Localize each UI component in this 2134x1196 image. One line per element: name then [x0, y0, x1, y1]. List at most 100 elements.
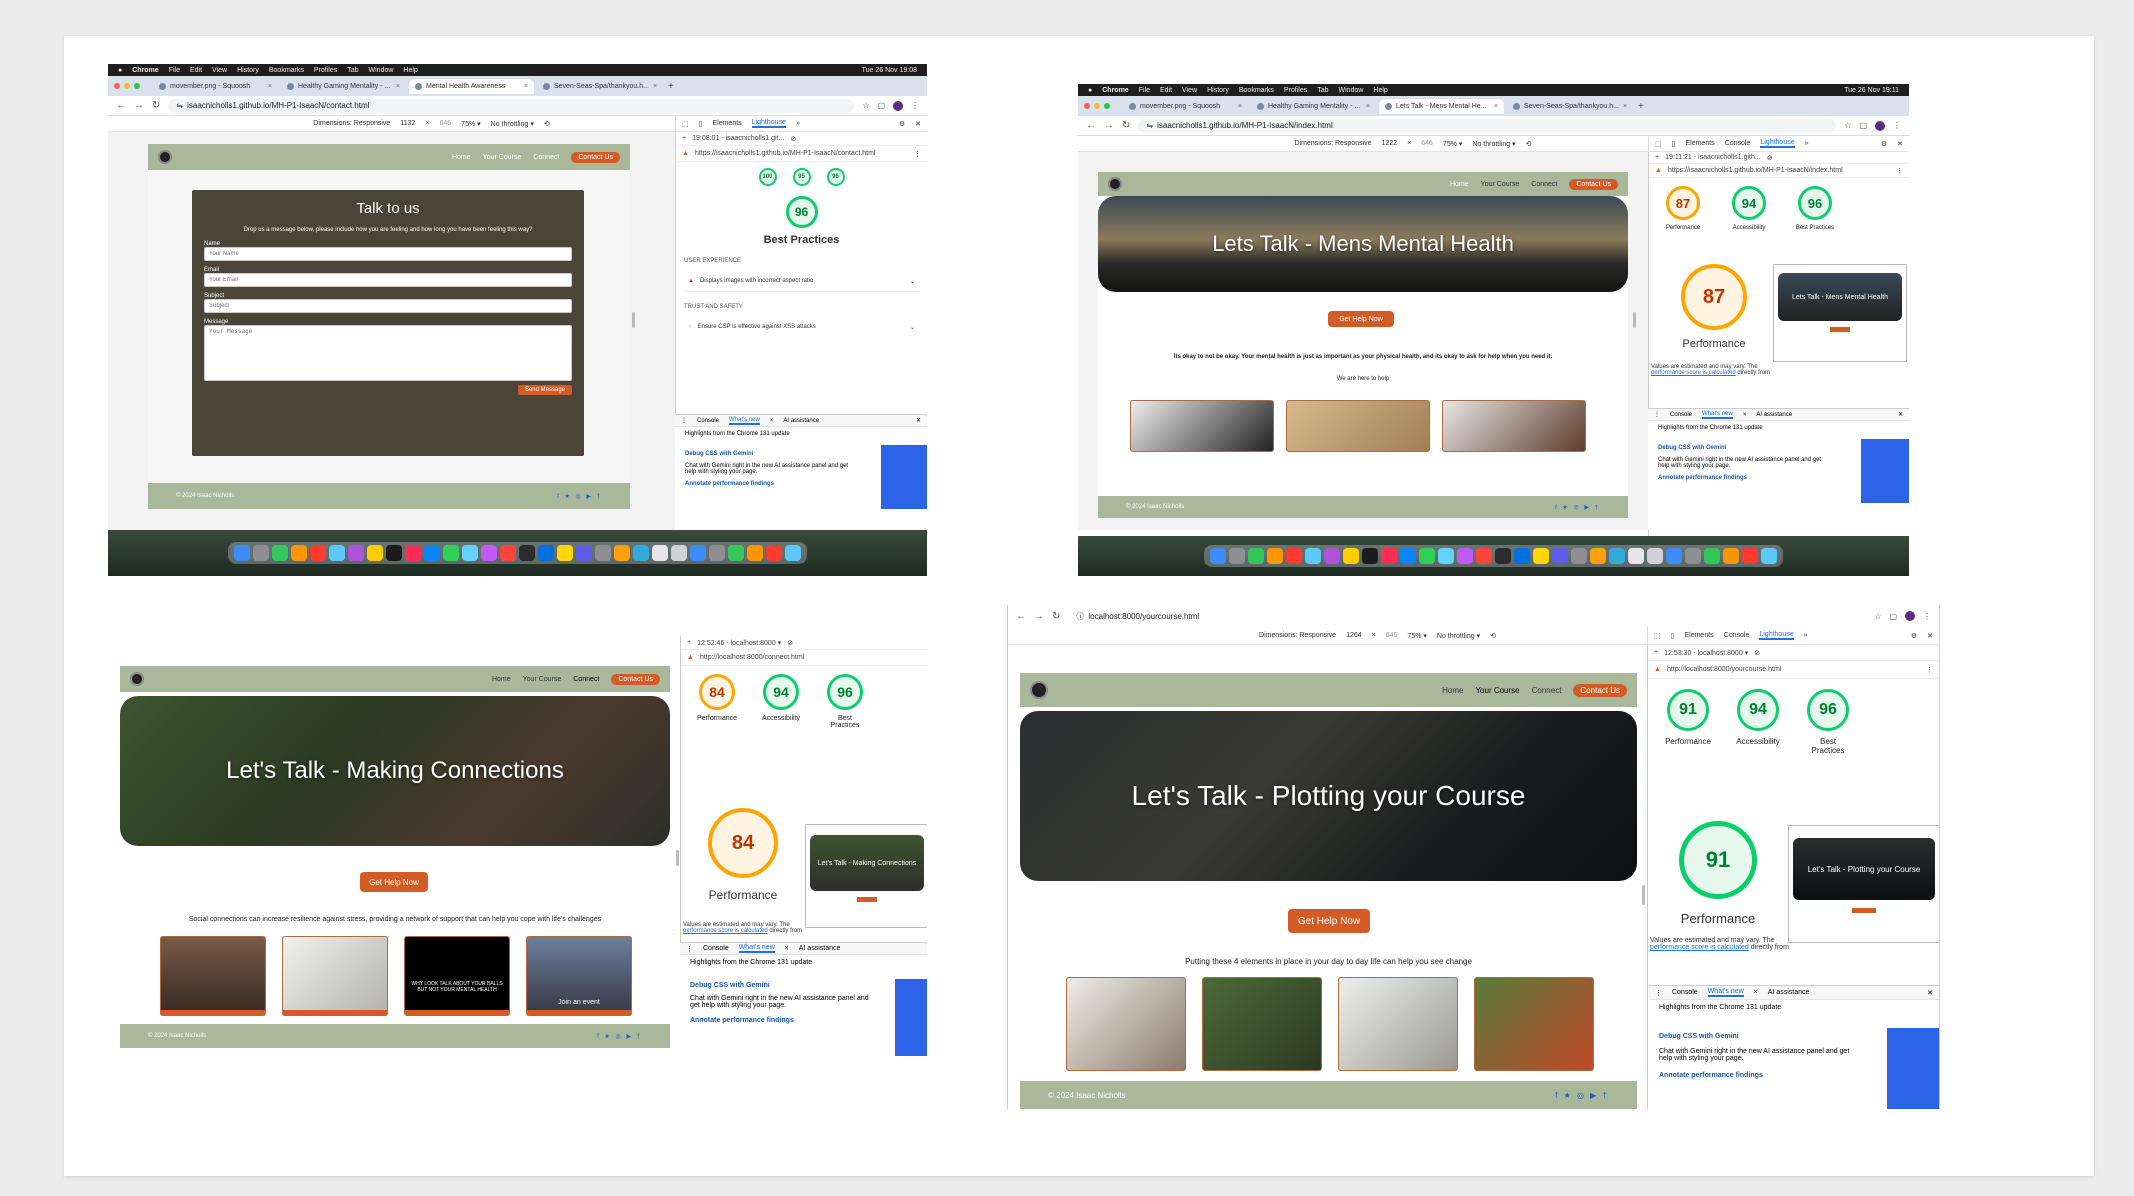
menu-view[interactable]: View	[212, 67, 227, 74]
report-select[interactable]: 19:08:01 - isaacnicholls1.git...	[692, 135, 784, 142]
close-drawer-icon[interactable]: ✕	[1927, 989, 1933, 997]
dock-app-icon[interactable]	[310, 545, 326, 561]
tab-mental-health-awareness[interactable]: Mental Health Awareness ×	[409, 78, 534, 94]
reload-icon[interactable]: ↻	[152, 100, 160, 111]
tab-seven-seas[interactable]: Seven-Seas-Spa/thankyou.h... ×	[1507, 99, 1632, 114]
card-image[interactable]	[1474, 977, 1594, 1071]
reload-icon[interactable]: ↻	[1122, 120, 1130, 131]
minimize-window-icon[interactable]	[1094, 103, 1100, 109]
dock-app-icon[interactable]	[690, 545, 706, 561]
nav-your-course[interactable]: Your Course	[1481, 181, 1520, 188]
menu-profiles[interactable]: Profiles	[314, 67, 337, 74]
close-tab-icon[interactable]: ×	[396, 83, 400, 90]
report-url[interactable]: http://localhost:8000/yourcourse.html	[1667, 666, 1781, 673]
dock-app-icon[interactable]	[1685, 548, 1701, 564]
drawer-tab-whats-new[interactable]: What's new	[1702, 411, 1733, 419]
tab-elements[interactable]: Elements	[712, 120, 741, 127]
report-select[interactable]: 12:52:46 - localhost:8000 ▾	[697, 639, 781, 647]
tab-elements[interactable]: Elements	[1684, 632, 1713, 639]
dimensions-select[interactable]: Dimensions: Responsive	[1295, 140, 1372, 148]
annotate-link[interactable]: Annotate performance findings	[690, 1017, 917, 1024]
apple-icon[interactable]: ●	[118, 67, 122, 74]
height-input[interactable]: 646	[1421, 140, 1433, 148]
throttle-select[interactable]: No throttling ▾	[491, 120, 534, 128]
dock-app-icon[interactable]	[1590, 548, 1606, 564]
add-report-icon[interactable]: +	[687, 639, 691, 646]
close-drawer-icon[interactable]: ✕	[916, 417, 921, 424]
nav-contact-us[interactable]: Contact Us	[571, 151, 620, 163]
gauge-best-practices[interactable]: 96 Best Practices	[1787, 186, 1843, 231]
dock-app-icon[interactable]	[614, 545, 630, 561]
calc-link[interactable]: performance score is calculated	[1650, 944, 1749, 951]
tab-seven-seas[interactable]: Seven-Seas-Spa/thankyou.h... ×	[537, 79, 662, 94]
drawer-menu-icon[interactable]: ⋮	[686, 945, 693, 953]
final-screenshot-thumbnail[interactable]: Let's Talk - Making Connections	[805, 824, 927, 928]
tab-lighthouse[interactable]: Lighthouse	[1759, 631, 1794, 640]
gauge-performance[interactable]: 91 Performance	[1657, 689, 1719, 755]
tab-squoosh[interactable]: movember.png - Squoosh ×	[1123, 99, 1248, 114]
menu-edit[interactable]: Edit	[190, 67, 202, 74]
tab-squoosh[interactable]: movember.png - Squoosh ×	[153, 79, 278, 94]
dock-icons[interactable]	[1204, 545, 1783, 567]
site-info-icon[interactable]: ⓘ	[1076, 611, 1084, 622]
rotate-icon[interactable]: ⟲	[1526, 140, 1532, 148]
extensions-icon[interactable]: ▢	[877, 101, 885, 110]
card-image[interactable]	[1202, 977, 1322, 1071]
tab-lets-talk[interactable]: Lets Talk - Mens Mental He... ×	[1379, 98, 1504, 114]
dock-app-icon[interactable]	[671, 545, 687, 561]
dock-app-icon[interactable]	[500, 545, 516, 561]
nav-home[interactable]: Home	[492, 676, 511, 683]
close-tab-icon[interactable]: ×	[1238, 103, 1242, 110]
menu-tab[interactable]: Tab	[1317, 87, 1328, 94]
profile-avatar[interactable]	[893, 100, 903, 111]
resize-handle[interactable]	[632, 312, 635, 328]
social-icons[interactable]: f ★ ◎ ▶ †	[557, 493, 602, 500]
menu-history[interactable]: History	[1207, 87, 1229, 94]
dock-app-icon[interactable]	[253, 545, 269, 561]
forward-icon[interactable]: →	[1104, 120, 1114, 131]
mini-gauge-best-practices[interactable]: 96	[826, 168, 845, 186]
nav-home[interactable]: Home	[452, 154, 471, 161]
message-field[interactable]	[204, 325, 572, 381]
dock-app-icon[interactable]	[1704, 548, 1720, 564]
minimize-window-icon[interactable]	[124, 83, 130, 89]
menu-file[interactable]: File	[169, 67, 180, 74]
height-input[interactable]: 646	[439, 120, 451, 128]
dock-app-icon[interactable]	[367, 545, 383, 561]
resize-handle[interactable]	[1633, 312, 1636, 328]
dock-app-icon[interactable]	[1400, 548, 1416, 564]
forward-icon[interactable]: →	[134, 100, 144, 111]
report-menu-icon[interactable]: ⋮	[914, 150, 921, 158]
menu-window[interactable]: Window	[369, 67, 394, 74]
card-image[interactable]	[160, 936, 266, 1016]
drawer-tab-whats-new[interactable]: What's new	[1707, 988, 1744, 997]
nav-your-course[interactable]: Your Course	[1475, 686, 1519, 695]
get-help-button[interactable]: Get Help Now	[360, 872, 428, 892]
site-logo[interactable]	[1030, 681, 1048, 699]
report-url[interactable]: http://localhost:8000/connect.html	[700, 654, 804, 661]
dock-app-icon[interactable]	[1343, 548, 1359, 564]
final-screenshot-thumbnail[interactable]: Lets Talk - Mens Mental Health	[1773, 264, 1907, 362]
width-input[interactable]: 1264	[1346, 632, 1362, 640]
dock-app-icon[interactable]	[1476, 548, 1492, 564]
back-icon[interactable]: ←	[1086, 120, 1096, 131]
nav-connect[interactable]: Connect	[573, 676, 599, 683]
card-image[interactable]	[1338, 977, 1458, 1071]
settings-icon[interactable]: ⚙	[1911, 632, 1917, 640]
rotate-icon[interactable]: ⟲	[544, 120, 550, 128]
url-field[interactable]: ⇋ isaacnicholls1.github.io/MH-P1-IsaacN/c…	[168, 98, 855, 113]
dock-app-icon[interactable]	[1628, 548, 1644, 564]
rotate-icon[interactable]: ⟲	[1490, 632, 1496, 640]
clear-icon[interactable]: ⊘	[790, 135, 796, 143]
report-url[interactable]: https://isaacnicholls1.github.io/MH-P1-I…	[1668, 167, 1843, 174]
site-logo[interactable]	[1108, 177, 1122, 191]
add-report-icon[interactable]: +	[1655, 154, 1659, 161]
dock-app-icon[interactable]	[329, 545, 345, 561]
close-window-icon[interactable]	[1084, 103, 1090, 109]
dock-app-icon[interactable]	[1533, 548, 1549, 564]
drawer-menu-icon[interactable]: ⋮	[1655, 989, 1662, 997]
apple-icon[interactable]: ●	[1088, 87, 1092, 94]
send-message-button[interactable]: Send Message	[517, 385, 572, 395]
url-field[interactable]: ⓘ localhost:8000/yourcourse.html	[1068, 609, 1867, 623]
resize-handle[interactable]	[676, 850, 679, 866]
